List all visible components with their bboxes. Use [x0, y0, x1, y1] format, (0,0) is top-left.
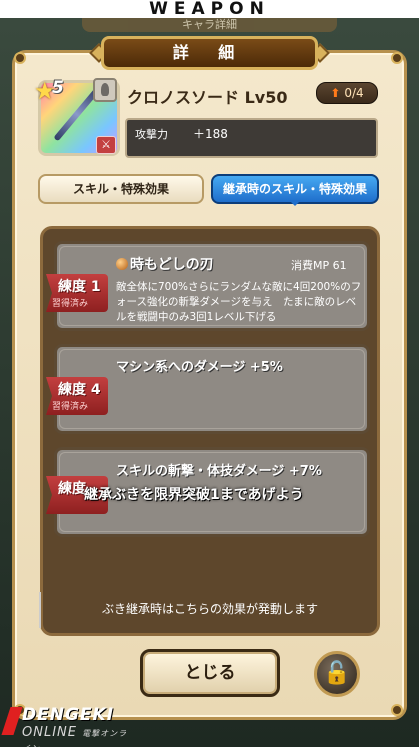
- skill-rank-tag: 練度 1 習得済み: [46, 274, 108, 312]
- stat-value: ＋188: [193, 127, 228, 141]
- watermark-sub: ONLINE 電撃オンライン: [22, 725, 136, 747]
- corner-ornament: [14, 52, 26, 64]
- padlock-icon[interactable]: 🔓: [314, 651, 360, 697]
- skill-description: 敵全体に700%さらにランダムな敵に4回200%のフォース強化の斬撃ダメージを与…: [116, 281, 362, 323]
- skill-rank-status: 習得済み: [52, 402, 89, 412]
- skill-title: マシン系へのダメージ +5%: [116, 360, 283, 375]
- tab-skills-effects[interactable]: スキル・特殊効果: [38, 174, 204, 204]
- crossed-sword-icon: ⚔: [96, 136, 116, 154]
- locked-notice: 継承ぶきを限界突破1まであげよう: [84, 487, 304, 503]
- top-strip: キャラ詳細: [82, 18, 337, 32]
- panel-title: 詳 細: [101, 36, 318, 70]
- dengeki-watermark: DENGEKI ONLINE 電撃オンライン: [1, 703, 136, 747]
- weapon-name: クロノスソード Lv50: [127, 88, 288, 107]
- watermark-brand: DENGEKI: [22, 705, 115, 725]
- corner-ornament: [391, 704, 403, 716]
- skill-rank-tag: 練度 4 習得済み: [46, 377, 108, 415]
- skill-mp-cost: 消費MP 61: [291, 259, 347, 272]
- weapon-banner: WEAPON: [0, 0, 419, 18]
- rarity-value: 5: [52, 78, 64, 98]
- skill-title: 時もどしの刃: [116, 254, 214, 274]
- skill-orb-icon: [116, 258, 128, 270]
- active-tab-caret: [289, 200, 301, 206]
- limit-break-count: 0/4: [344, 86, 364, 100]
- skill-rank: 練度: [58, 481, 86, 497]
- limit-break-badge: ⬆ 0/4: [316, 82, 378, 104]
- skill-rank: 練度 4: [58, 382, 101, 398]
- skill-rank-status: 習得済み: [52, 299, 89, 309]
- corner-ornament: [391, 52, 403, 64]
- stat-box: 攻撃力 ＋188: [125, 118, 378, 158]
- stat-label: 攻撃力: [135, 128, 168, 141]
- skill-title: スキルの斬撃・体技ダメージ +7%: [116, 464, 322, 479]
- watermark-sub-text: ONLINE: [22, 725, 77, 740]
- close-button[interactable]: とじる: [140, 649, 280, 697]
- character-icon: [93, 78, 117, 102]
- up-arrow-icon: ⬆: [330, 86, 341, 100]
- footer-note: ぶき継承時はこちらの効果が発動します: [101, 602, 318, 616]
- skill-title-text: 時もどしの刃: [130, 257, 214, 273]
- skill-rank: 練度 1: [58, 279, 101, 295]
